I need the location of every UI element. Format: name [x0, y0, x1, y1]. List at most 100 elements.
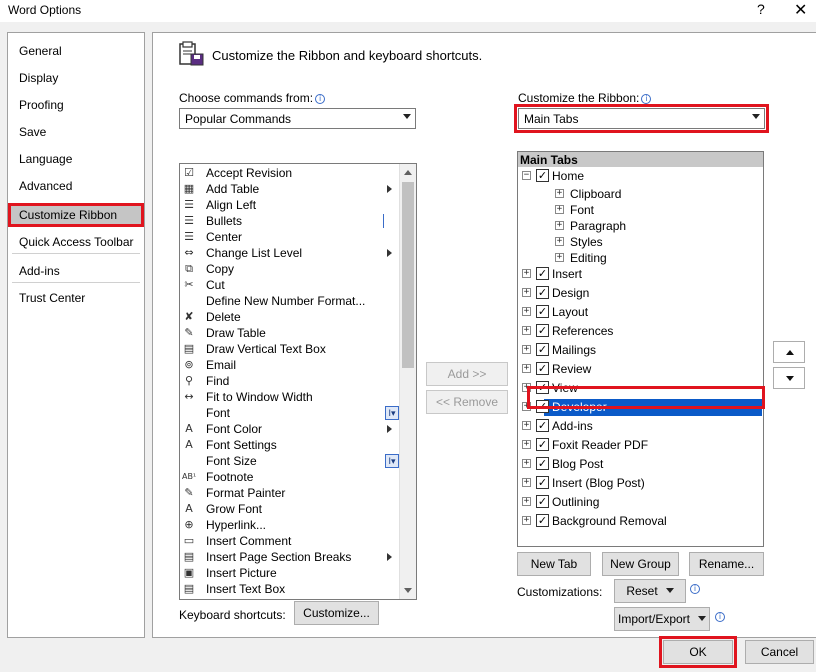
command-item[interactable]: ⊕ Hyperlink... [180, 517, 399, 533]
expand-icon[interactable]: + [555, 221, 564, 230]
tree-item-references[interactable]: + ✓ References [518, 322, 763, 340]
command-item[interactable]: A Font Color [180, 421, 399, 437]
nav-item-display[interactable]: Display [8, 66, 144, 90]
commands-scrollbar[interactable] [399, 164, 416, 599]
scroll-up-icon[interactable] [400, 164, 416, 181]
expand-icon[interactable]: + [522, 478, 531, 487]
command-item[interactable]: ⊚ Email [180, 357, 399, 373]
nav-item-add-ins[interactable]: Add-ins [8, 259, 144, 283]
tree-item-home[interactable]: − ✓ Home [518, 167, 763, 185]
expand-icon[interactable]: + [522, 516, 531, 525]
expand-icon[interactable]: + [522, 364, 531, 373]
command-item[interactable]: ▦ Add Table [180, 181, 399, 197]
tree-item-developer[interactable]: + ✓ Developer [518, 398, 763, 416]
tree-item-blog-post[interactable]: + ✓ Blog Post [518, 455, 763, 473]
ribbon-tree[interactable]: Main Tabs − ✓ Home + Clipboard + Font + Paragrap… [517, 151, 764, 547]
scroll-thumb[interactable] [402, 182, 414, 368]
expand-icon[interactable]: + [522, 307, 531, 316]
checkbox[interactable]: ✓ [536, 324, 549, 337]
command-item[interactable]: ☰ Center [180, 229, 399, 245]
command-item[interactable]: ↔ Fit to Window Width [180, 389, 399, 405]
tree-item-background-removal[interactable]: + ✓ Background Removal [518, 512, 763, 530]
expand-icon[interactable]: + [522, 459, 531, 468]
command-item[interactable]: A Font Settings [180, 437, 399, 453]
nav-item-advanced[interactable]: Advanced [8, 174, 144, 198]
nav-item-general[interactable]: General [8, 39, 144, 63]
checkbox[interactable]: ✓ [536, 267, 549, 280]
checkbox[interactable]: ✓ [536, 381, 549, 394]
checkbox[interactable]: ✓ [536, 495, 549, 508]
checkbox[interactable]: ✓ [536, 457, 549, 470]
nav-item-quick-access-toolbar[interactable]: Quick Access Toolbar [8, 230, 144, 254]
command-item[interactable]: ▤ Insert Page Section Breaks [180, 549, 399, 565]
close-button[interactable]: ✕ [794, 0, 807, 20]
new-tab-button[interactable]: New Tab [517, 552, 591, 576]
checkbox[interactable]: ✓ [536, 400, 549, 413]
command-item[interactable]: ✎ Format Painter [180, 485, 399, 501]
checkbox[interactable]: ✓ [536, 169, 549, 182]
nav-item-language[interactable]: Language [8, 147, 144, 171]
command-item[interactable]: A Grow Font [180, 501, 399, 517]
tree-item-outlining[interactable]: + ✓ Outlining [518, 493, 763, 511]
tree-item-design[interactable]: + ✓ Design [518, 284, 763, 302]
checkbox[interactable]: ✓ [536, 419, 549, 432]
customize-ribbon-dropdown[interactable]: Main Tabs [514, 104, 769, 133]
checkbox[interactable]: ✓ [536, 343, 549, 356]
command-item[interactable]: ✂ Cut [180, 277, 399, 293]
expand-icon[interactable]: + [522, 421, 531, 430]
expand-icon[interactable]: + [522, 383, 531, 392]
help-button[interactable]: ? [757, 1, 765, 17]
expand-icon[interactable]: + [522, 402, 531, 411]
expand-icon[interactable]: + [522, 288, 531, 297]
ok-button[interactable]: OK [659, 636, 737, 668]
checkbox[interactable]: ✓ [536, 362, 549, 375]
expand-icon[interactable]: + [522, 269, 531, 278]
cancel-button[interactable]: Cancel [745, 640, 814, 664]
command-item[interactable]: Define New Number Format... [180, 293, 399, 309]
rename-button[interactable]: Rename... [689, 552, 764, 576]
tree-item-review[interactable]: + ✓ Review [518, 360, 763, 378]
nav-item-proofing[interactable]: Proofing [8, 93, 144, 117]
expand-icon[interactable]: + [522, 345, 531, 354]
move-up-button[interactable] [773, 341, 805, 363]
expand-icon[interactable]: + [522, 326, 531, 335]
commands-listbox[interactable]: ▤ Insert Text Box ▣ Insert Picture ▤ Insert P… [179, 163, 417, 600]
expand-icon[interactable]: + [555, 237, 564, 246]
tree-item-insert-blog-post[interactable]: + ✓ Insert (Blog Post) [518, 474, 763, 492]
move-down-button[interactable] [773, 367, 805, 389]
nav-item-save[interactable]: Save [8, 120, 144, 144]
command-item[interactable]: ☑ Accept Revision [180, 165, 399, 181]
checkbox[interactable]: ✓ [536, 514, 549, 527]
command-item[interactable]: Font I▾ [180, 405, 399, 421]
checkbox[interactable]: ✓ [536, 286, 549, 299]
tree-item-view[interactable]: + ✓ View [518, 379, 763, 397]
choose-commands-dropdown[interactable]: Popular Commands [179, 108, 416, 129]
checkbox[interactable]: ✓ [536, 476, 549, 489]
add-button[interactable]: Add >> [426, 362, 508, 386]
command-item[interactable]: Font Size I▾ [180, 453, 399, 469]
new-group-button[interactable]: New Group [602, 552, 679, 576]
tree-item-foxit-reader-pdf[interactable]: + ✓ Foxit Reader PDF [518, 436, 763, 454]
command-item[interactable]: ▭ Insert Comment [180, 533, 399, 549]
tree-item-mailings[interactable]: + ✓ Mailings [518, 341, 763, 359]
command-item[interactable]: ☰ Align Left [180, 197, 399, 213]
reset-button[interactable]: Reset [614, 579, 686, 603]
tree-item-layout[interactable]: + ✓ Layout [518, 303, 763, 321]
command-item[interactable]: ▤ Draw Vertical Text Box [180, 341, 399, 357]
command-item[interactable]: ☰ Bullets [180, 213, 399, 229]
expand-icon[interactable]: + [555, 189, 564, 198]
scroll-down-icon[interactable] [400, 582, 416, 599]
expand-icon[interactable]: + [555, 253, 564, 262]
nav-item-trust-center[interactable]: Trust Center [8, 286, 144, 310]
checkbox[interactable]: ✓ [536, 438, 549, 451]
command-item[interactable]: ✘ Delete [180, 309, 399, 325]
command-item[interactable]: ⧉ Copy [180, 261, 399, 277]
command-item[interactable]: ✎ Draw Table [180, 325, 399, 341]
command-item[interactable]: ⚲ Find [180, 373, 399, 389]
expand-icon[interactable]: + [522, 440, 531, 449]
import-export-button[interactable]: Import/Export [614, 607, 710, 631]
command-item[interactable]: ⇔ Change List Level [180, 245, 399, 261]
tree-item-add-ins[interactable]: + ✓ Add-ins [518, 417, 763, 435]
remove-button[interactable]: << Remove [426, 390, 508, 414]
collapse-icon[interactable]: − [522, 171, 531, 180]
